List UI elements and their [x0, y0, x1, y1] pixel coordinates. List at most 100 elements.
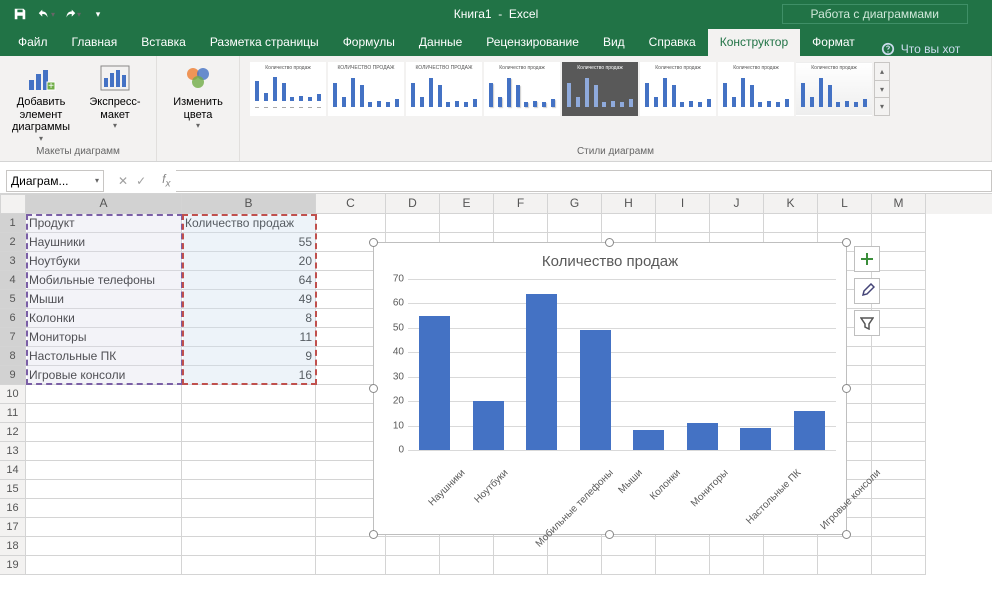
tab-help[interactable]: Справка: [637, 29, 708, 56]
chart-bar[interactable]: [740, 428, 771, 450]
qat-customize-button[interactable]: ▾: [86, 2, 110, 26]
cell-A16[interactable]: [26, 499, 182, 518]
qat-save-button[interactable]: [8, 2, 32, 26]
cell-I1[interactable]: [656, 214, 710, 233]
resize-handle[interactable]: [605, 530, 614, 539]
cell-B15[interactable]: [182, 480, 316, 499]
cell-J19[interactable]: [710, 556, 764, 575]
col-header-F[interactable]: F: [494, 194, 548, 214]
col-header-C[interactable]: C: [316, 194, 386, 214]
embedded-chart[interactable]: Количество продаж010203040506070Наушники…: [373, 242, 847, 535]
worksheet[interactable]: ABCDEFGHIJKLM1ПродуктКоличество продаж2Н…: [0, 194, 992, 575]
cell-D19[interactable]: [386, 556, 440, 575]
col-header-M[interactable]: M: [872, 194, 926, 214]
cell-B8[interactable]: 9: [182, 347, 316, 366]
col-header-A[interactable]: A: [26, 194, 182, 214]
chart-style-8[interactable]: Количество продаж: [796, 62, 872, 116]
row-header-12[interactable]: 12: [0, 423, 26, 442]
cell-M5[interactable]: [872, 290, 926, 309]
row-header-1[interactable]: 1: [0, 214, 26, 233]
cell-H1[interactable]: [602, 214, 656, 233]
resize-handle[interactable]: [842, 238, 851, 247]
cell-A10[interactable]: [26, 385, 182, 404]
cell-M4[interactable]: [872, 271, 926, 290]
cell-A5[interactable]: Мыши: [26, 290, 182, 309]
chart-bar[interactable]: [419, 316, 450, 450]
col-header-B[interactable]: B: [182, 194, 316, 214]
row-header-15[interactable]: 15: [0, 480, 26, 499]
cell-F19[interactable]: [494, 556, 548, 575]
resize-handle[interactable]: [369, 238, 378, 247]
chart-style-4[interactable]: Количество продаж: [484, 62, 560, 116]
cell-M9[interactable]: [872, 366, 926, 385]
cell-A2[interactable]: Наушники: [26, 233, 182, 252]
name-box[interactable]: Диаграм...▾: [6, 170, 104, 192]
chart-bar[interactable]: [473, 401, 504, 450]
col-header-E[interactable]: E: [440, 194, 494, 214]
tab-file[interactable]: Файл: [6, 29, 60, 56]
cell-A6[interactable]: Колонки: [26, 309, 182, 328]
row-header-5[interactable]: 5: [0, 290, 26, 309]
chart-bar[interactable]: [794, 411, 825, 450]
row-header-16[interactable]: 16: [0, 499, 26, 518]
cell-M13[interactable]: [872, 442, 926, 461]
cell-K1[interactable]: [764, 214, 818, 233]
cell-A11[interactable]: [26, 404, 182, 423]
cell-D18[interactable]: [386, 537, 440, 556]
chart-style-7[interactable]: Количество продаж: [718, 62, 794, 116]
cell-A14[interactable]: [26, 461, 182, 480]
cell-B9[interactable]: 16: [182, 366, 316, 385]
cell-E19[interactable]: [440, 556, 494, 575]
cell-A8[interactable]: Настольные ПК: [26, 347, 182, 366]
cell-M2[interactable]: [872, 233, 926, 252]
cell-A13[interactable]: [26, 442, 182, 461]
chart-title[interactable]: Количество продаж: [374, 243, 846, 274]
cell-B6[interactable]: 8: [182, 309, 316, 328]
row-header-14[interactable]: 14: [0, 461, 26, 480]
cell-B11[interactable]: [182, 404, 316, 423]
cell-B12[interactable]: [182, 423, 316, 442]
cell-B2[interactable]: 55: [182, 233, 316, 252]
tell-me[interactable]: Что вы хот: [881, 42, 960, 56]
cell-J1[interactable]: [710, 214, 764, 233]
row-header-13[interactable]: 13: [0, 442, 26, 461]
change-colors-button[interactable]: Изменить цвета ▾: [163, 60, 233, 132]
cell-B19[interactable]: [182, 556, 316, 575]
chart-style-6[interactable]: Количество продаж: [640, 62, 716, 116]
row-header-9[interactable]: 9: [0, 366, 26, 385]
cell-M7[interactable]: [872, 328, 926, 347]
cell-B16[interactable]: [182, 499, 316, 518]
qat-redo-button[interactable]: ▾: [60, 2, 84, 26]
tab-view[interactable]: Вид: [591, 29, 637, 56]
row-header-17[interactable]: 17: [0, 518, 26, 537]
cancel-icon[interactable]: ✕: [118, 174, 128, 188]
cell-F1[interactable]: [494, 214, 548, 233]
cell-C18[interactable]: [316, 537, 386, 556]
tab-design[interactable]: Конструктор: [708, 29, 800, 56]
qat-undo-button[interactable]: ▾: [34, 2, 58, 26]
cell-A18[interactable]: [26, 537, 182, 556]
chart-styles-button[interactable]: [854, 278, 880, 304]
cell-B17[interactable]: [182, 518, 316, 537]
row-header-6[interactable]: 6: [0, 309, 26, 328]
cell-A3[interactable]: Ноутбуки: [26, 252, 182, 271]
resize-handle[interactable]: [842, 530, 851, 539]
chart-style-5[interactable]: Количество продаж: [562, 62, 638, 116]
tab-page-layout[interactable]: Разметка страницы: [198, 29, 331, 56]
cell-B7[interactable]: 11: [182, 328, 316, 347]
cell-C19[interactable]: [316, 556, 386, 575]
cell-A1[interactable]: Продукт: [26, 214, 182, 233]
row-header-2[interactable]: 2: [0, 233, 26, 252]
cell-M10[interactable]: [872, 385, 926, 404]
formula-input[interactable]: [176, 170, 992, 192]
cell-A4[interactable]: Мобильные телефоны: [26, 271, 182, 290]
chart-style-1[interactable]: Количество продаж: [250, 62, 326, 116]
row-header-4[interactable]: 4: [0, 271, 26, 290]
row-header-19[interactable]: 19: [0, 556, 26, 575]
resize-handle[interactable]: [369, 530, 378, 539]
row-header-8[interactable]: 8: [0, 347, 26, 366]
cell-B1[interactable]: Количество продаж: [182, 214, 316, 233]
chart-style-3[interactable]: КОЛИЧЕСТВО ПРОДАЖ: [406, 62, 482, 116]
col-header-I[interactable]: I: [656, 194, 710, 214]
fx-icon[interactable]: fx: [156, 172, 176, 189]
